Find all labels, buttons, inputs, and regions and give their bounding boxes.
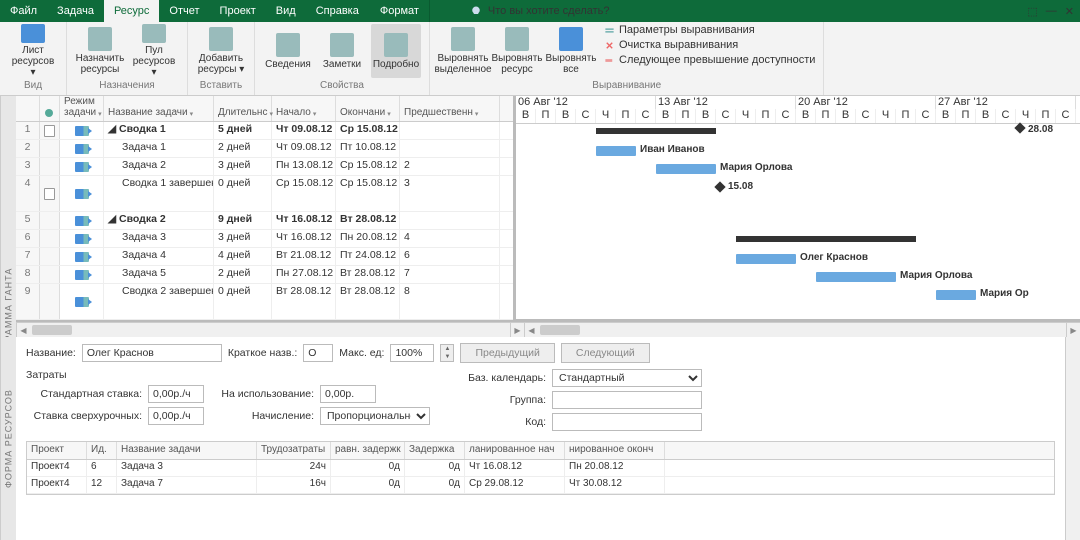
level-selection-button[interactable]: Выровнять выделенное — [438, 24, 488, 78]
gantt-chart[interactable]: 06 Авг '1213 Авг '1220 Авг '1227 Авг '12… — [516, 96, 1080, 319]
notes-button[interactable]: Заметки — [317, 24, 367, 78]
assignment-row[interactable]: Проект46Задача 324ч0д0дЧт 16.08.12Пн 20.… — [27, 460, 1054, 477]
next-button[interactable]: Следующий — [561, 343, 650, 363]
clear-leveling[interactable]: Очистка выравнивания — [604, 39, 815, 51]
resource-pool-button[interactable]: Пул ресурсов ▾ — [129, 24, 179, 78]
assignment-table[interactable]: ПроектИд.Название задачиТрудозатратыравн… — [26, 441, 1055, 495]
add-resources-button[interactable]: Добавить ресурсы ▾ — [196, 24, 246, 78]
initials-input[interactable] — [303, 344, 333, 362]
calendar-select[interactable]: Стандартный — [552, 369, 702, 387]
task-row[interactable]: 4 Сводка 1 завершена0 днейСр 15.08.12Ср … — [16, 176, 513, 212]
level-resource-button[interactable]: Выровнять ресурс — [492, 24, 542, 78]
level-all-button[interactable]: Выровнять все — [546, 24, 596, 78]
tab-Отчет[interactable]: Отчет — [159, 0, 209, 22]
spinner[interactable]: ▲▼ — [440, 344, 454, 362]
tab-Файл[interactable]: Файл — [0, 0, 47, 22]
assignment-row[interactable]: Проект412Задача 716ч0д0дСр 29.08.12Чт 30… — [27, 477, 1054, 494]
info-button[interactable]: Сведения — [263, 24, 313, 78]
hscroll[interactable]: ◀▶◀▶ — [16, 322, 1080, 337]
resource-form-tab[interactable]: ФОРМА РЕСУРСОВ — [0, 337, 16, 540]
task-row[interactable]: 6 Задача 33 днейЧт 16.08.12Пн 20.08.124 — [16, 230, 513, 248]
leveling-options[interactable]: Параметры выравнивания — [604, 24, 815, 36]
task-row[interactable]: 9 Сводка 2 завершена0 днейВт 28.08.12Вт … — [16, 284, 513, 320]
vscroll[interactable] — [1065, 337, 1080, 540]
next-overallocation[interactable]: Следующее превышение доступности — [604, 54, 815, 66]
tab-Ресурс[interactable]: Ресурс — [104, 0, 159, 22]
task-row[interactable]: 5◢ Сводка 29 днейЧт 16.08.12Вт 28.08.12 — [16, 212, 513, 230]
task-row[interactable]: 3 Задача 23 днейПн 13.08.12Ср 15.08.122 — [16, 158, 513, 176]
code-input[interactable] — [552, 413, 702, 431]
std-rate-input[interactable] — [148, 385, 204, 403]
tab-Вид[interactable]: Вид — [266, 0, 306, 22]
tab-Справка[interactable]: Справка — [306, 0, 369, 22]
ribbon: Лист ресурсов ▾Вид Назначить ресурсыПул … — [0, 22, 1080, 96]
sheet-resources-button[interactable]: Лист ресурсов ▾ — [8, 24, 58, 78]
name-input[interactable] — [82, 344, 222, 362]
per-use-input[interactable] — [320, 385, 376, 403]
task-row[interactable]: 7 Задача 44 днейВт 21.08.12Пт 24.08.126 — [16, 248, 513, 266]
tell-me[interactable]: Что вы хотите сделать? — [470, 5, 610, 17]
tab-Проект[interactable]: Проект — [210, 0, 266, 22]
task-row[interactable]: 1◢ Сводка 15 днейЧт 09.08.12Ср 15.08.12 — [16, 122, 513, 140]
task-row[interactable]: 2 Задача 12 днейЧт 09.08.12Пт 10.08.12 — [16, 140, 513, 158]
tab-Задача[interactable]: Задача — [47, 0, 104, 22]
accrual-select[interactable]: Пропорциональное — [320, 407, 430, 425]
assign-resources-button[interactable]: Назначить ресурсы — [75, 24, 125, 78]
menu-bar: ФайлЗадачаРесурсОтчетПроектВидСправкаФор… — [0, 0, 1080, 22]
tab-Формат[interactable]: Формат — [370, 0, 429, 22]
window-controls[interactable]: ⬚—✕ — [1027, 5, 1080, 18]
resource-form: Название: Краткое назв.: Макс. ед:▲▼ Пре… — [16, 337, 1065, 540]
max-units-input[interactable] — [390, 344, 434, 362]
prev-button[interactable]: Предыдущий — [460, 343, 554, 363]
details-button[interactable]: Подробно — [371, 24, 421, 78]
group-input[interactable] — [552, 391, 702, 409]
task-row[interactable]: 8 Задача 52 днейПн 27.08.12Вт 28.08.127 — [16, 266, 513, 284]
task-grid[interactable]: Режим задачи ▾Название задачи ▾Длительнс… — [16, 96, 516, 319]
ovt-rate-input[interactable] — [148, 407, 204, 425]
